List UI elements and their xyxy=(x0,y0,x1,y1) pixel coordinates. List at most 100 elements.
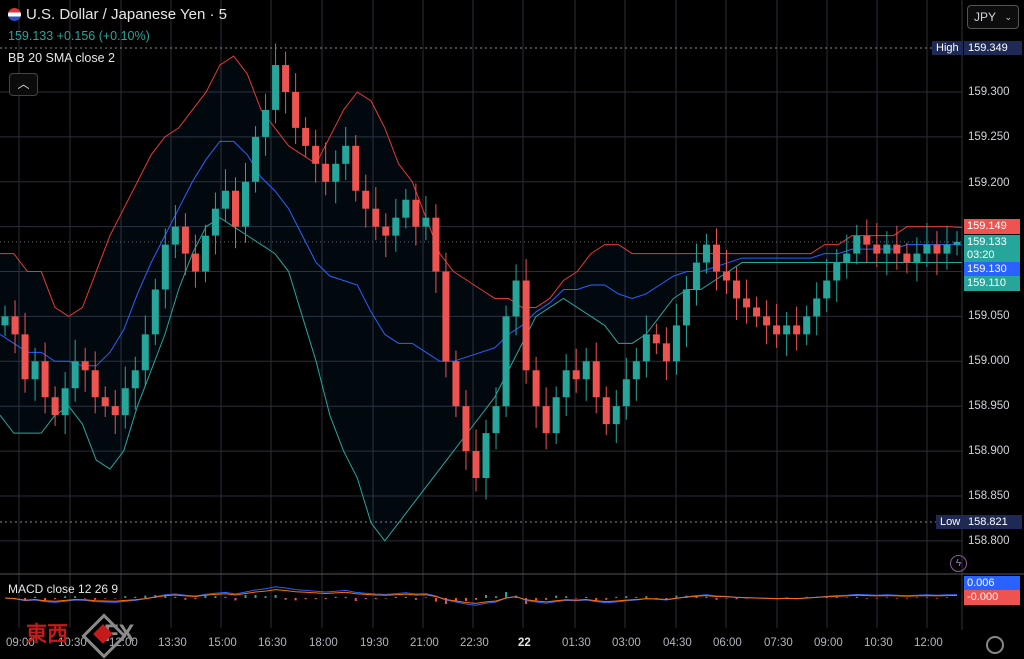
candle-body xyxy=(492,406,500,434)
us-flag-icon xyxy=(8,8,21,21)
macd-label[interactable]: MACD close 12 26 9 xyxy=(8,582,118,596)
price-change: 159.133 +0.156 (+0.10%) xyxy=(8,29,150,43)
candle-body xyxy=(753,307,761,317)
candle-body xyxy=(552,397,560,434)
candle-body xyxy=(282,65,290,92)
settings-gear-icon[interactable] xyxy=(986,636,1004,654)
candle-body xyxy=(452,361,460,407)
candle-body xyxy=(221,190,229,209)
watermark-cn-text: 東西 xyxy=(26,623,68,646)
candle-body xyxy=(933,244,941,254)
candle-body xyxy=(913,253,921,263)
candle-body xyxy=(111,406,119,416)
candle-body xyxy=(11,316,19,335)
candle-body xyxy=(272,65,280,110)
date-label: 22 xyxy=(518,637,531,649)
price-axis-label: 158.800 xyxy=(968,535,1010,547)
low-label: Low xyxy=(936,515,965,529)
candle-body xyxy=(372,208,380,227)
candle-body xyxy=(502,316,510,407)
candle-body xyxy=(332,163,340,182)
high-label: High xyxy=(932,41,963,55)
time-label: 15:00 xyxy=(208,637,237,649)
candle-body xyxy=(642,334,650,362)
price-axis-label: 159.050 xyxy=(968,310,1010,322)
price-axis-label: 159.300 xyxy=(968,86,1010,98)
time-label: 12:00 xyxy=(914,637,943,649)
low-value: 158.821 xyxy=(964,515,1022,529)
candle-body xyxy=(612,406,620,425)
candle-body xyxy=(191,253,199,272)
candle-body xyxy=(743,298,751,308)
candle-body xyxy=(312,145,320,164)
candle-body xyxy=(252,136,260,182)
candle-body xyxy=(873,244,881,254)
high-value: 159.349 xyxy=(964,41,1022,55)
candle-body xyxy=(181,226,189,254)
candle-body xyxy=(382,226,390,236)
candle-body xyxy=(211,208,219,236)
lightning-icon[interactable]: ϟ xyxy=(950,555,967,572)
candle-body xyxy=(302,127,310,146)
candle-body xyxy=(843,253,851,263)
candle-body xyxy=(171,226,179,245)
candle-body xyxy=(712,244,720,272)
time-label: 03:00 xyxy=(612,637,641,649)
time-label: 16:30 xyxy=(258,637,287,649)
currency-select[interactable]: JPY ⌄ xyxy=(967,5,1019,29)
candle-body xyxy=(682,289,690,326)
candle-body xyxy=(141,334,149,371)
candle-body xyxy=(21,334,29,380)
candle-body xyxy=(41,361,49,398)
candle-body xyxy=(883,244,891,254)
candle-body xyxy=(61,388,69,416)
candle-body xyxy=(101,397,109,407)
time-label: 18:00 xyxy=(309,637,338,649)
candle-body xyxy=(893,244,901,254)
time-label: 13:30 xyxy=(158,637,187,649)
candle-body xyxy=(582,361,590,380)
candle-body xyxy=(793,325,801,335)
candle-body xyxy=(402,199,410,218)
candle-body xyxy=(592,361,600,398)
candle-body xyxy=(201,235,209,272)
candle-body xyxy=(292,91,300,128)
chevron-down-icon: ⌄ xyxy=(1004,12,1012,22)
price-axis-label: 159.250 xyxy=(968,131,1010,143)
candle-body xyxy=(813,298,821,317)
countdown-tag: 03:20 xyxy=(964,248,1020,263)
candle-body xyxy=(151,289,159,335)
candle-body xyxy=(602,397,610,425)
candle-body xyxy=(632,361,640,380)
candle-body xyxy=(532,370,540,407)
candle-body xyxy=(562,370,570,398)
time-label: 10:30 xyxy=(864,637,893,649)
symbol-title[interactable]: U.S. Dollar / Japanese Yen · 5 xyxy=(26,6,227,23)
candle-body xyxy=(903,253,911,263)
candle-body xyxy=(352,145,360,191)
indicator-label[interactable]: BB 20 SMA close 2 xyxy=(8,51,115,65)
price-axis-label: 159.200 xyxy=(968,177,1010,189)
time-label: 19:30 xyxy=(360,637,389,649)
sma-tag: 159.130 xyxy=(964,262,1020,277)
signal-value-tag: -0.000 xyxy=(964,590,1020,605)
candle-body xyxy=(71,361,79,389)
candle-body xyxy=(672,325,680,362)
candle-body xyxy=(723,271,731,281)
bb-lower-tag: 159.110 xyxy=(964,276,1020,291)
candle-body xyxy=(131,370,139,389)
candle-body xyxy=(242,181,250,227)
candle-body xyxy=(442,271,450,362)
watermark-logo: 東西 FX xyxy=(26,613,135,659)
time-label: 07:30 xyxy=(764,637,793,649)
price-axis-label: 159.000 xyxy=(968,355,1010,367)
candle-body xyxy=(121,388,129,416)
candle-body xyxy=(462,406,470,452)
macd-value-tag: 0.006 xyxy=(964,576,1020,591)
time-label: 09:00 xyxy=(814,637,843,649)
candle-body xyxy=(161,244,169,290)
price-axis-label: 158.950 xyxy=(968,400,1010,412)
price-chart[interactable] xyxy=(0,0,1024,655)
candle-body xyxy=(853,235,861,254)
collapse-legend-button[interactable]: ︿ xyxy=(9,73,38,96)
